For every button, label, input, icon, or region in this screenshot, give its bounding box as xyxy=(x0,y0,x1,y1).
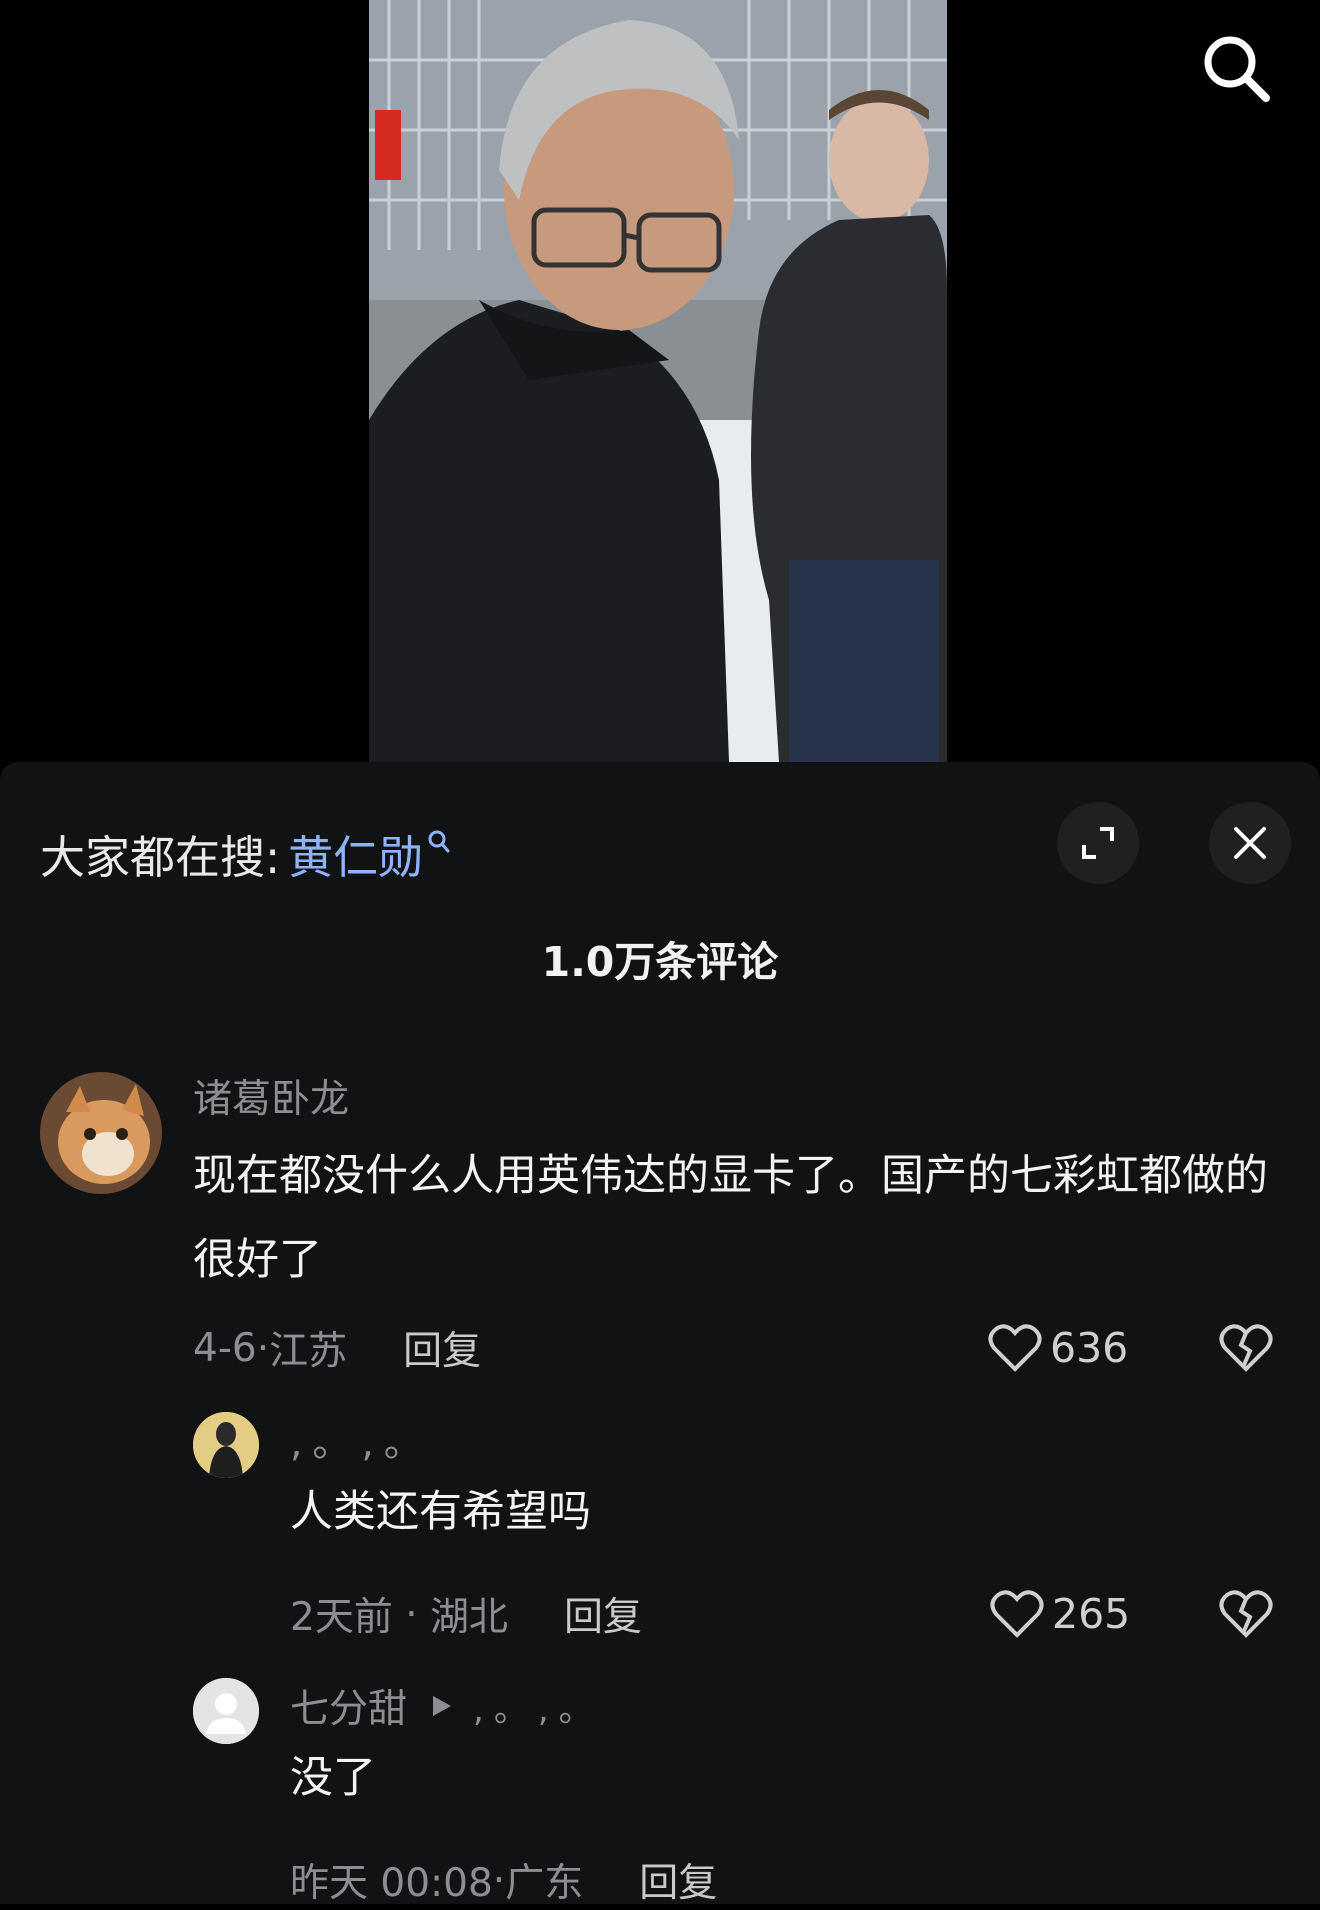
meta-separator: · xyxy=(392,1591,431,1637)
trending-term-link[interactable]: 黄仁勋 xyxy=(288,821,423,886)
comment-date: 4-6 xyxy=(193,1325,257,1371)
comment-meta: 4-6 · 江苏 回复 xyxy=(193,1318,481,1378)
like-button[interactable]: 636 xyxy=(988,1318,1128,1378)
search-button[interactable] xyxy=(1192,24,1280,112)
comment-username[interactable]: 七分甜 ,。,。 xyxy=(290,1678,603,1734)
video-frame[interactable] xyxy=(369,0,947,762)
video-still xyxy=(369,0,947,762)
comment-sheet: 大家都在搜: 黄仁勋 1.0万条评论 诸葛卧龙 现在都没什么人用英伟达的显卡了。… xyxy=(0,762,1320,1906)
dislike-button[interactable] xyxy=(1216,1584,1276,1644)
meta-separator: · xyxy=(256,1325,270,1371)
comment-date: 2天前 xyxy=(290,1595,393,1640)
trending-search-bar[interactable]: 大家都在搜: 黄仁勋 xyxy=(40,818,451,888)
comment-location: 江苏 xyxy=(269,1329,348,1374)
comment-meta: 昨天 00:08 · 广东 回复 xyxy=(290,1850,717,1910)
username-text: 七分甜 xyxy=(290,1687,408,1732)
avatar[interactable] xyxy=(40,1072,162,1194)
search-icon xyxy=(1204,36,1270,102)
close-icon xyxy=(1234,827,1266,859)
default-user-icon xyxy=(193,1678,259,1744)
reply-button[interactable]: 回复 xyxy=(403,1320,481,1376)
comment-location: 广东 xyxy=(505,1861,584,1906)
comment-text: 没了 xyxy=(290,1753,376,1803)
comment-username[interactable]: ,。,。 xyxy=(290,1412,433,1468)
broken-heart-icon xyxy=(1219,1590,1273,1638)
heart-icon xyxy=(990,1590,1044,1638)
reply-button[interactable]: 回复 xyxy=(564,1586,642,1642)
avatar[interactable] xyxy=(193,1412,259,1478)
comment-location: 湖北 xyxy=(430,1595,509,1640)
comment-date: 昨天 00:08 xyxy=(290,1861,493,1906)
broken-heart-icon xyxy=(1219,1324,1273,1372)
username-text: ,。,。 xyxy=(290,1421,433,1466)
expand-icon xyxy=(1082,827,1114,859)
trending-search-icon xyxy=(428,830,450,853)
comment-text: 现在都没什么人用英伟达的显卡了。国产的七彩虹都做的很好了 xyxy=(193,1151,1268,1285)
like-count: 636 xyxy=(1050,1324,1129,1372)
trending-prefix: 大家都在搜: xyxy=(40,830,281,884)
dislike-button[interactable] xyxy=(1216,1318,1276,1378)
comment-username[interactable]: 诸葛卧龙 xyxy=(193,1068,349,1124)
reply-button[interactable]: 回复 xyxy=(639,1852,717,1908)
like-button[interactable]: 265 xyxy=(990,1584,1130,1644)
comment-meta: 2天前 · 湖北 回复 xyxy=(290,1584,642,1644)
video-player[interactable] xyxy=(0,0,1320,762)
close-button[interactable] xyxy=(1209,802,1291,884)
like-count: 265 xyxy=(1052,1590,1131,1638)
meta-separator: · xyxy=(492,1857,506,1903)
comment-text: 人类还有希望吗 xyxy=(290,1487,591,1537)
reply-arrow-icon xyxy=(433,1696,452,1716)
avatar[interactable] xyxy=(193,1678,259,1744)
comment-count: 1.0万条评论 xyxy=(541,938,779,986)
heart-icon xyxy=(988,1324,1042,1372)
expand-button[interactable] xyxy=(1057,802,1139,884)
figure-avatar-image xyxy=(193,1412,259,1478)
reply-to-username[interactable]: ,。,。 xyxy=(473,1682,603,1731)
cat-avatar-image xyxy=(40,1072,162,1194)
